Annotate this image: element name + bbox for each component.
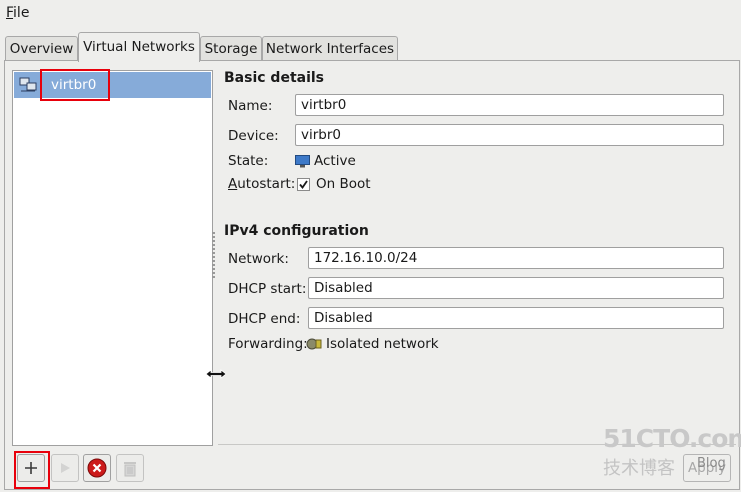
stop-icon [87, 458, 107, 478]
network-list[interactable]: virtbr0 [12, 70, 213, 446]
highlight-box-network [40, 69, 110, 101]
start-network-button[interactable] [51, 454, 79, 482]
state-label: State: [228, 153, 269, 169]
stop-network-button[interactable] [83, 454, 111, 482]
checkbox-icon [297, 177, 310, 191]
monitor-icon [295, 154, 310, 167]
forwarding-value: Isolated network [306, 336, 439, 352]
delete-network-button[interactable] [116, 454, 144, 482]
state-value: Active [295, 153, 356, 169]
autostart-label: Autostart: [228, 176, 296, 192]
network-icon [19, 77, 37, 92]
resize-cursor-icon [205, 369, 227, 379]
dhcp-end-label: DHCP end: [228, 311, 301, 327]
autostart-checkbox[interactable]: On Boot [297, 176, 371, 192]
network-label: Network: [228, 251, 289, 267]
section-ipv4: IPv4 configuration [224, 223, 369, 239]
name-label: Name: [228, 98, 273, 114]
play-icon [61, 463, 70, 473]
menubar: File [0, 0, 741, 26]
dhcp-start-label: DHCP start: [228, 281, 307, 297]
dhcp-start-field[interactable]: Disabled [308, 277, 724, 299]
trash-icon [124, 462, 136, 477]
name-field[interactable]: virtbr0 [295, 94, 724, 116]
tab-overview[interactable]: Overview [5, 36, 78, 61]
forwarding-label: Forwarding: [228, 336, 308, 352]
tab-storage[interactable]: Storage [200, 36, 262, 61]
dhcp-end-field[interactable]: Disabled [308, 307, 724, 329]
plug-icon [306, 338, 322, 350]
pane-splitter[interactable] [212, 232, 215, 280]
section-basic-details: Basic details [224, 70, 325, 86]
menu-file[interactable]: File [6, 5, 29, 21]
tab-virtual-networks[interactable]: Virtual Networks [78, 32, 200, 62]
device-label: Device: [228, 128, 279, 144]
watermark: 51CTO.com 技术博客 Blog [603, 424, 741, 479]
tab-network-interfaces[interactable]: Network Interfaces [262, 36, 398, 61]
device-field[interactable]: virbr0 [295, 124, 724, 146]
highlight-box-add [14, 451, 50, 489]
network-field[interactable]: 172.16.10.0/24 [308, 247, 724, 269]
